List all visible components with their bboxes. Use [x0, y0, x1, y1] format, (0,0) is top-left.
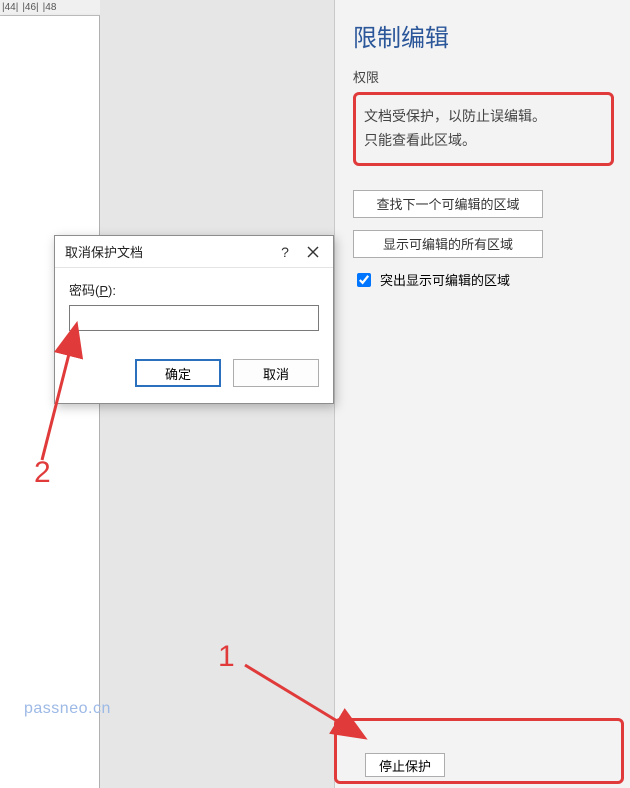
help-icon[interactable]: ? — [271, 240, 299, 264]
protection-info-box: 文档受保护，以防止误编辑。 只能查看此区域。 — [353, 92, 614, 166]
permissions-label: 权限 — [353, 67, 614, 86]
highlight-editable-label: 突出显示可编辑的区域 — [380, 270, 510, 289]
restrict-editing-panel: 限制编辑 权限 文档受保护，以防止误编辑。 只能查看此区域。 查找下一个可编辑的… — [334, 0, 630, 788]
password-input[interactable] — [69, 305, 319, 331]
ruler-mark: |48 — [43, 2, 57, 13]
password-label: 密码(P): — [69, 280, 319, 299]
stop-protection-highlight: 停止保护 — [334, 718, 624, 784]
ok-button[interactable]: 确定 — [135, 359, 221, 387]
cancel-button[interactable]: 取消 — [233, 359, 319, 387]
ruler-mark: |46| — [22, 2, 38, 13]
dialog-buttons: 确定 取消 — [69, 359, 319, 387]
info-line: 只能查看此区域。 — [364, 129, 603, 153]
stop-protection-button[interactable]: 停止保护 — [365, 753, 445, 777]
watermark: passneo.cn — [24, 700, 111, 718]
panel-title: 限制编辑 — [353, 18, 614, 53]
show-all-editable-regions-button[interactable]: 显示可编辑的所有区域 — [353, 230, 543, 258]
dialog-titlebar[interactable]: 取消保护文档 ? — [55, 236, 333, 268]
find-next-editable-region-button[interactable]: 查找下一个可编辑的区域 — [353, 190, 543, 218]
highlight-editable-checkbox-row[interactable]: 突出显示可编辑的区域 — [353, 270, 614, 290]
dialog-title: 取消保护文档 — [65, 242, 271, 261]
info-line: 文档受保护，以防止误编辑。 — [364, 105, 603, 129]
ruler-mark: |44| — [2, 2, 18, 13]
dialog-body: 密码(P): 确定 取消 — [55, 268, 333, 403]
highlight-editable-checkbox[interactable] — [357, 273, 371, 287]
unprotect-document-dialog: 取消保护文档 ? 密码(P): 确定 取消 — [54, 235, 334, 404]
close-icon[interactable] — [299, 240, 327, 264]
